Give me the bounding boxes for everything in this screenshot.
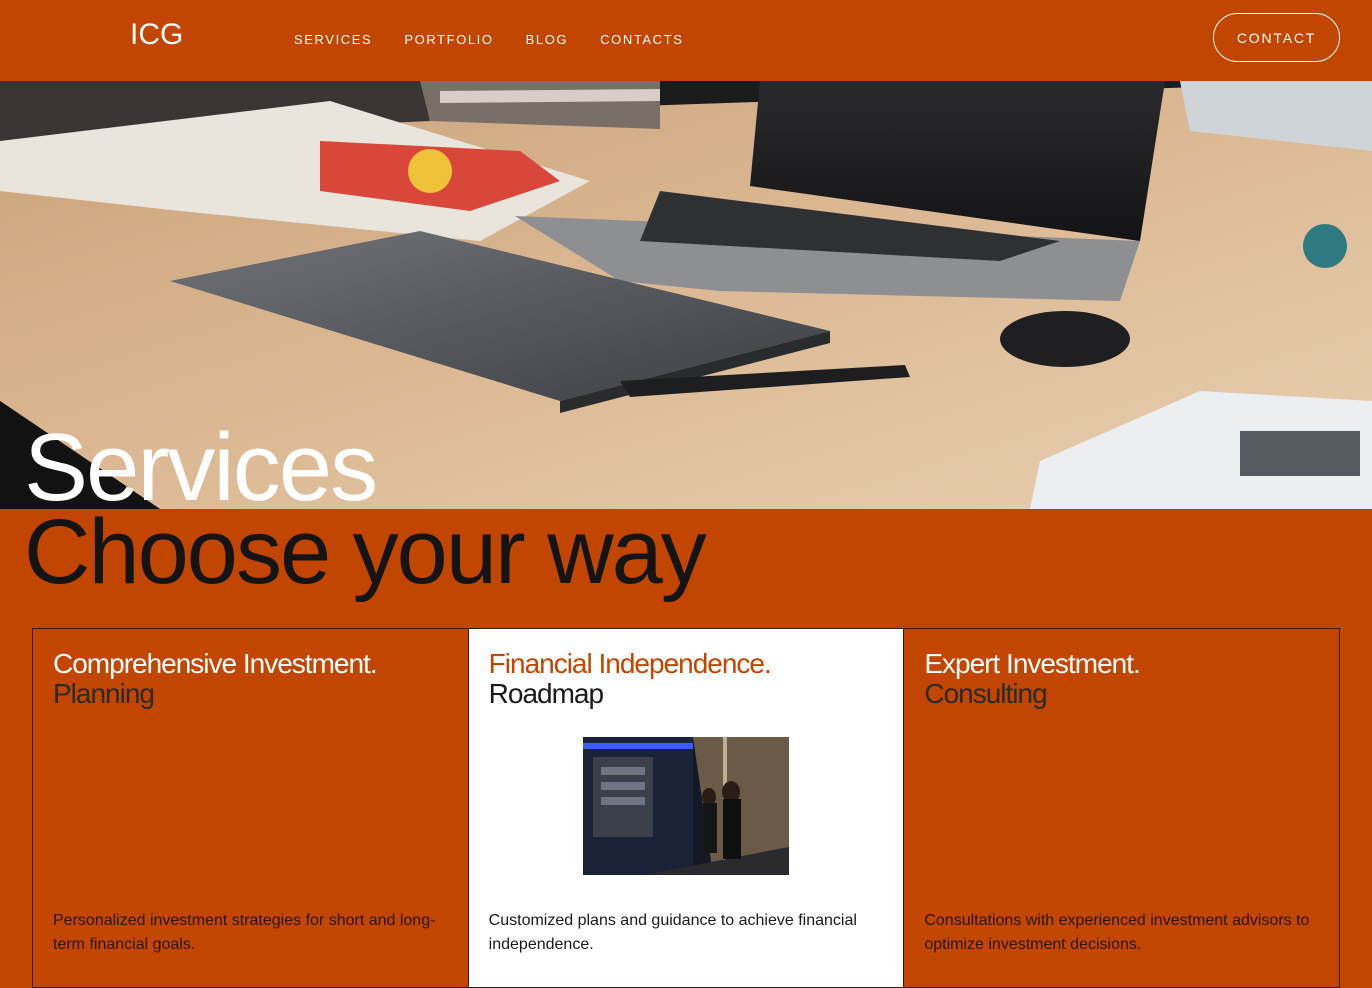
nav-contacts[interactable]: CONTACTS	[600, 32, 683, 47]
nav-services[interactable]: SERVICES	[294, 32, 372, 47]
main-nav: SERVICES PORTFOLIO BLOG CONTACTS	[294, 32, 715, 47]
service-card-roadmap[interactable]: Financial Independence. Roadmap Customiz…	[468, 629, 905, 987]
card-image	[582, 737, 789, 875]
service-card-consulting[interactable]: Expert Investment. Consulting Consultati…	[904, 629, 1339, 987]
card-description: Personalized investment strategies for s…	[53, 912, 436, 953]
card-description: Customized plans and guidance to achieve…	[488, 912, 857, 953]
card-title: Financial Independence. Roadmap	[488, 648, 772, 709]
service-card-planning[interactable]: Comprehensive Investment. Planning Perso…	[33, 629, 469, 987]
page-subtitle: Choose your way	[24, 501, 707, 603]
services-cards: Comprehensive Investment. Planning Perso…	[32, 628, 1340, 988]
card-title-line1: Expert Investment.	[924, 648, 1140, 679]
nav-blog[interactable]: BLOG	[526, 32, 569, 47]
card-title: Expert Investment. Consulting	[924, 648, 1140, 709]
site-header: ICG SERVICES PORTFOLIO BLOG CONTACTS CON…	[0, 0, 1372, 81]
card-title-line2: Roadmap	[488, 678, 604, 709]
office-corridor-photo	[582, 737, 789, 875]
card-title-line1: Financial Independence.	[488, 648, 772, 679]
card-title-line2: Consulting	[924, 678, 1047, 709]
card-description: Consultations with experienced investmen…	[924, 912, 1310, 953]
card-title-line2: Planning	[53, 678, 155, 709]
contact-button[interactable]: CONTACT	[1213, 13, 1340, 62]
nav-portfolio[interactable]: PORTFOLIO	[404, 32, 493, 47]
logo[interactable]: ICG	[130, 18, 183, 52]
card-title: Comprehensive Investment. Planning	[53, 648, 378, 709]
card-title-line1: Comprehensive Investment.	[53, 648, 378, 679]
